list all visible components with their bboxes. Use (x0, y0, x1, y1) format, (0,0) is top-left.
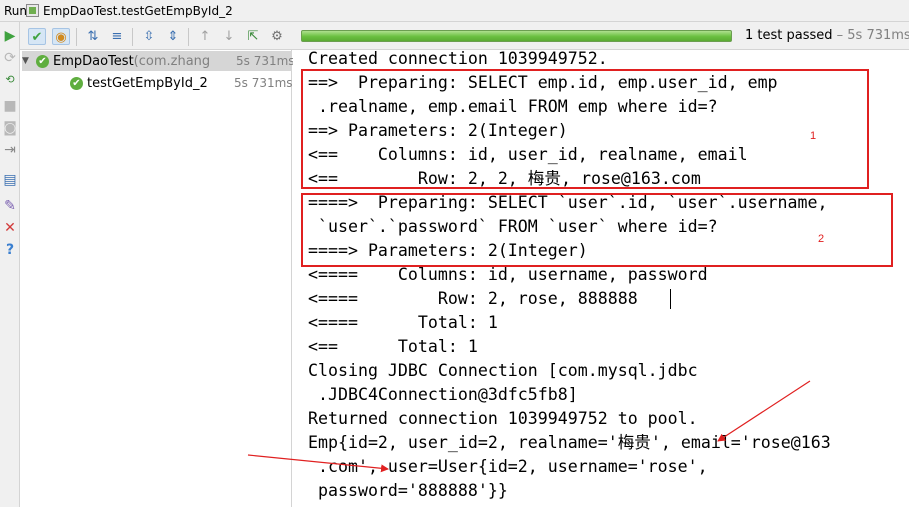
rerun-icon[interactable]: ▶ (2, 28, 18, 44)
pin-icon[interactable]: ✎ (2, 198, 18, 214)
console-output[interactable]: Created connection 1039949752. ==> Prepa… (293, 50, 909, 507)
console-line: Created connection 1039949752. (308, 50, 608, 68)
help-icon[interactable]: ? (2, 242, 18, 258)
tree-node-root[interactable]: ▼ ✔ EmpDaoTest (com.zhang 5s 731ms (22, 51, 295, 71)
test-status: 1 test passed – 5s 731ms (745, 28, 909, 43)
toggle-auto-test-icon[interactable]: ⟲ (2, 72, 18, 88)
annotation-label-1: 1 (810, 130, 817, 142)
test-config-icon (26, 4, 39, 17)
console-line: <==== Row: 2, rose, 888888 (308, 289, 638, 308)
tree-test-name: testGetEmpById_2 (87, 75, 208, 91)
console-line: Emp{id=2, user_id=2, realname='梅贵', emai… (308, 433, 831, 452)
close-icon[interactable]: ✕ (2, 220, 18, 236)
tree-node-test[interactable]: ✔ testGetEmpById_2 5s 731ms (70, 73, 293, 93)
collapse-all-icon[interactable]: ⇕ (164, 28, 182, 45)
pass-check-icon: ✔ (36, 54, 49, 68)
test-toolbar: ✔ ◉ ⇅ ≡ ⇳ ⇕ ↑ ↓ ⇱ ⚙ 1 test passed – 5s 7… (20, 22, 909, 50)
previous-failed-icon[interactable]: ↑ (196, 28, 214, 45)
tree-root-time: 5s 731ms (236, 54, 295, 68)
status-time-text: – 5s 731ms (832, 28, 909, 43)
stop-icon[interactable]: ■ (2, 98, 18, 114)
console-line: password='888888'}} (308, 481, 508, 500)
expand-arrow-icon[interactable]: ▼ (22, 56, 36, 66)
console-line: <==== Total: 1 (308, 313, 498, 332)
text-caret (670, 289, 671, 309)
highlight-box-1 (301, 69, 869, 189)
tree-test-time: 5s 731ms (234, 76, 293, 90)
console-line: <== Total: 1 (308, 337, 478, 356)
title-bar: Run EmpDaoTest.testGetEmpById_2 (0, 0, 909, 22)
show-ignored-icon[interactable]: ◉ (52, 28, 70, 45)
highlight-box-2 (301, 193, 893, 267)
run-label: Run (4, 3, 28, 18)
status-passed-text: 1 test passed (745, 28, 833, 43)
annotation-label-2: 2 (818, 233, 825, 245)
rerun-failed-icon[interactable]: ⟳ (2, 50, 18, 66)
show-passed-icon[interactable]: ✔ (28, 28, 46, 45)
test-progress-bar (301, 30, 732, 42)
camera-icon[interactable]: ◙ (2, 120, 18, 136)
sort-alpha-icon[interactable]: ⇅ (84, 28, 102, 45)
left-toolbar: ▶ ⟳ ⟲ ■ ◙ ⇥ ▤ ✎ ✕ ? (0, 22, 20, 507)
pass-check-icon: ✔ (70, 76, 83, 90)
run-tab-title[interactable]: EmpDaoTest.testGetEmpById_2 (43, 4, 233, 18)
export-results-icon[interactable]: ⇱ (244, 28, 262, 45)
next-failed-icon[interactable]: ↓ (220, 28, 238, 45)
tree-root-package: (com.zhang (133, 53, 211, 69)
test-tree: ▼ ✔ EmpDaoTest (com.zhang 5s 731ms ✔ tes… (20, 50, 295, 507)
console-line: .JDBC4Connection@3dfc5fb8] (308, 385, 578, 404)
export-icon[interactable]: ⇥ (2, 142, 18, 158)
console-line: .com', user=User{id=2, username='rose', (308, 457, 708, 476)
console-line: Closing JDBC Connection [com.mysql.jdbc (308, 361, 698, 380)
expand-all-icon[interactable]: ⇳ (140, 28, 158, 45)
settings-gear-icon[interactable]: ⚙ (268, 28, 286, 45)
tree-root-name: EmpDaoTest (53, 53, 134, 69)
layout-icon[interactable]: ▤ (2, 172, 18, 188)
console-line: Returned connection 1039949752 to pool. (308, 409, 698, 428)
sort-duration-icon[interactable]: ≡ (108, 28, 126, 45)
